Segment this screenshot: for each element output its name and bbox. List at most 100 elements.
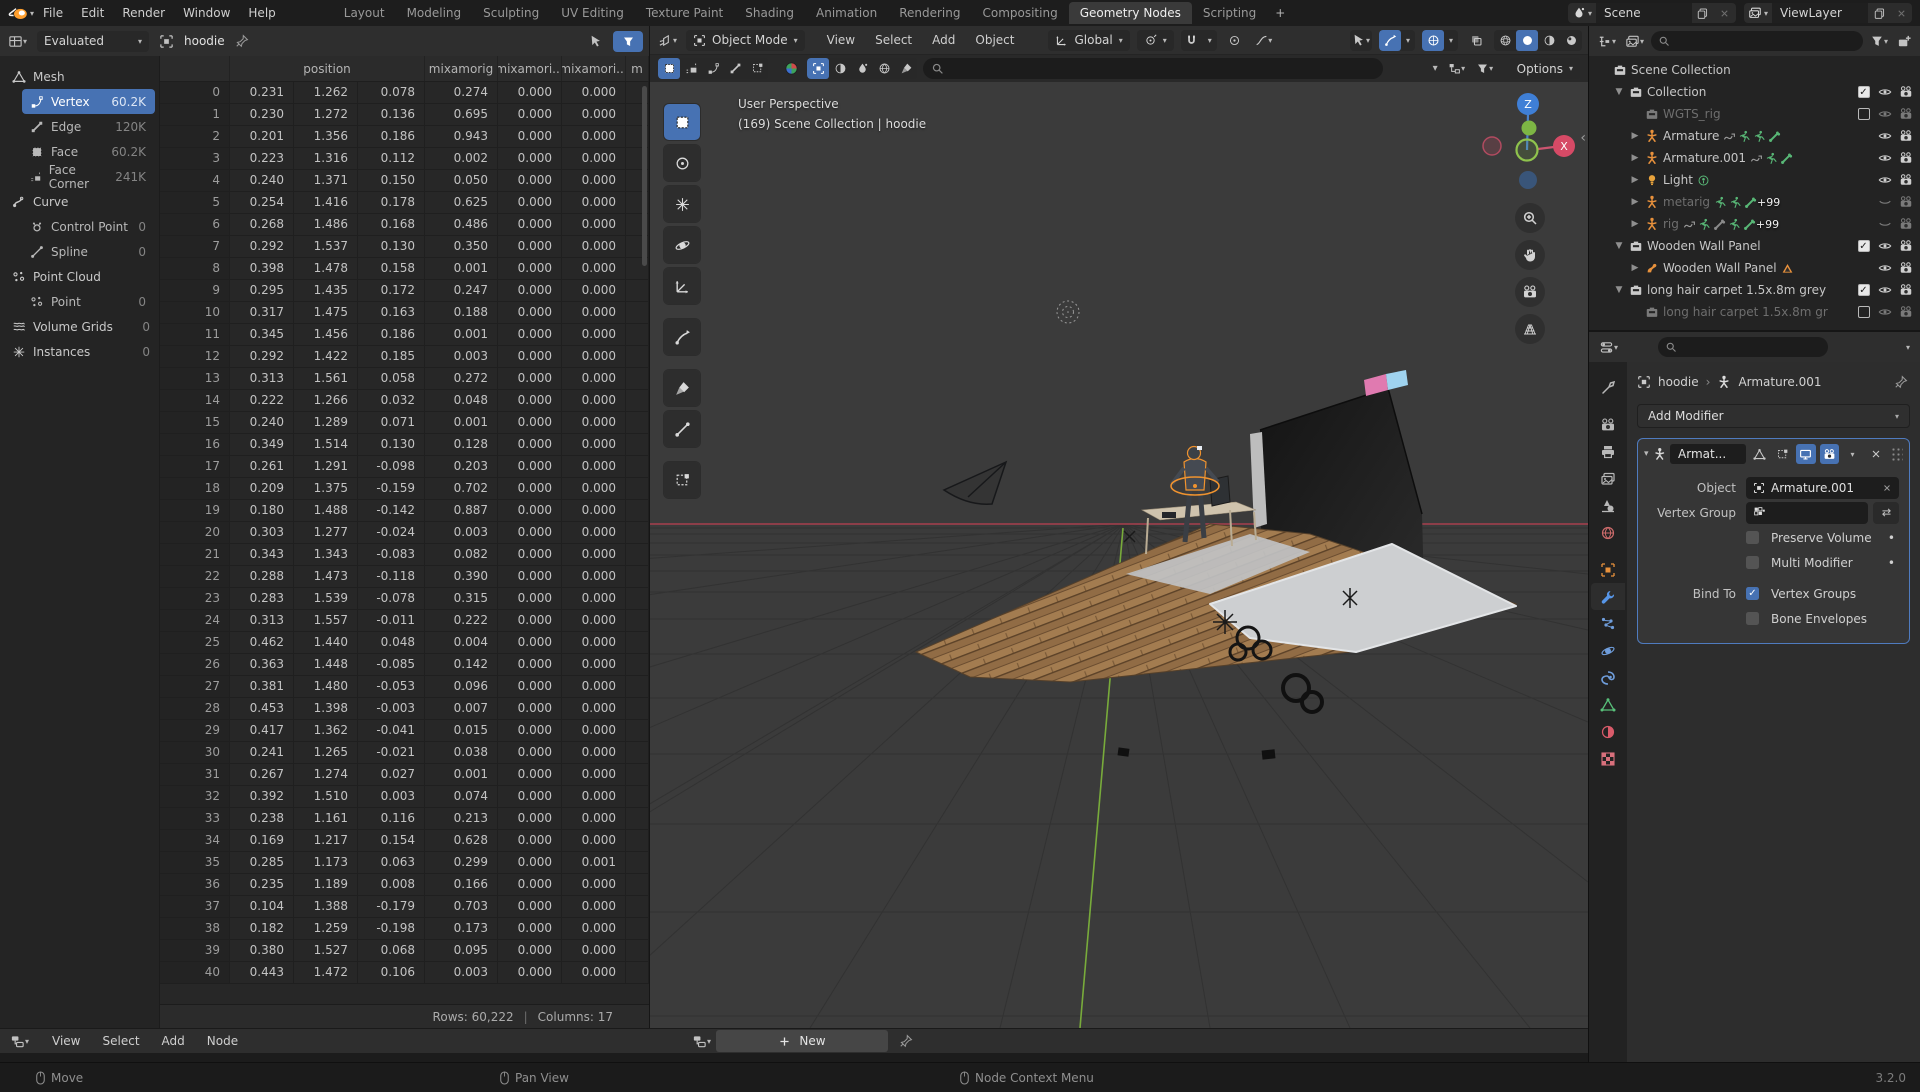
select-mode-box-button[interactable]: [680, 58, 702, 79]
vertex-group-field[interactable]: [1746, 502, 1868, 524]
outliner-item[interactable]: ▶ rig +99: [1589, 213, 1920, 235]
table-row[interactable]: 40.2401.3710.1500.0500.0000.000: [160, 170, 649, 192]
scene-browse-button[interactable]: ▾: [1568, 3, 1596, 23]
table-row[interactable]: 50.2541.4160.1780.6250.0000.000: [160, 192, 649, 214]
filter-dropdown[interactable]: ▾: [1474, 58, 1496, 79]
table-row[interactable]: 400.4431.4720.1060.0030.0000.000: [160, 962, 649, 984]
gizmos-toggle[interactable]: [1379, 30, 1401, 51]
node-group-browse-button[interactable]: ▾: [690, 1032, 713, 1051]
filter-material-button[interactable]: [829, 58, 851, 79]
exclude-checkbox[interactable]: ✓: [1858, 284, 1870, 296]
overlays-dropdown[interactable]: ▾: [1444, 30, 1458, 51]
render-visibility-icon[interactable]: [1897, 216, 1914, 232]
domain-curve[interactable]: Curve: [0, 189, 159, 214]
viewport-menu-object[interactable]: Object: [966, 30, 1023, 50]
table-row[interactable]: 250.4621.4400.0480.0040.0000.000: [160, 632, 649, 654]
workspace-tab-animation[interactable]: Animation: [805, 2, 888, 24]
selection-filter-arrow-icon[interactable]: [587, 32, 605, 50]
add-workspace-button[interactable]: +: [1267, 2, 1293, 24]
camera-view-button[interactable]: [1515, 277, 1545, 307]
filter-object-button[interactable]: [807, 58, 829, 79]
eye-icon[interactable]: [1876, 282, 1893, 298]
table-row[interactable]: 180.2091.375-0.1590.7020.0000.000: [160, 478, 649, 500]
eye-icon[interactable]: [1876, 238, 1893, 254]
domain-face[interactable]: Face 60.2K: [22, 139, 155, 164]
render-visibility-icon[interactable]: [1897, 260, 1914, 276]
modifier-extras-dropdown[interactable]: ▾: [1843, 444, 1862, 464]
select-mode-extra-button[interactable]: [746, 58, 768, 79]
properties-tab-output[interactable]: [1591, 438, 1625, 465]
pin-icon[interactable]: [1892, 373, 1910, 391]
workspace-tab-scripting[interactable]: Scripting: [1192, 2, 1267, 24]
table-row[interactable]: 380.1821.259-0.1980.1730.0000.000: [160, 918, 649, 940]
properties-options-chevron[interactable]: ▾: [1904, 341, 1912, 354]
properties-tab-modifiers[interactable]: [1591, 583, 1625, 610]
table-row[interactable]: 280.4531.398-0.0030.0070.0000.000: [160, 698, 649, 720]
eye-closed-icon[interactable]: [1876, 216, 1893, 232]
modifier-object-field[interactable]: Armature.001: [1746, 477, 1899, 499]
column-header-mixamori-2[interactable]: mixamori...: [562, 56, 626, 81]
select-mode-circle-button[interactable]: [702, 58, 724, 79]
bone-envelopes-checkbox[interactable]: ✓: [1746, 612, 1759, 625]
workspace-tab-compositing[interactable]: Compositing: [971, 2, 1068, 24]
table-row[interactable]: 70.2921.5370.1300.3500.0000.000: [160, 236, 649, 258]
display-mode-dropdown[interactable]: ▾: [1623, 32, 1646, 51]
table-row[interactable]: 190.1801.488-0.1420.8870.0000.000: [160, 500, 649, 522]
options-dropdown[interactable]: Options▾: [1510, 58, 1580, 79]
table-row[interactable]: 110.3451.4560.1860.0010.0000.000: [160, 324, 649, 346]
column-header-position[interactable]: position: [230, 56, 425, 81]
eye-icon[interactable]: [1876, 150, 1893, 166]
render-visibility-icon[interactable]: [1897, 150, 1914, 166]
menu-window[interactable]: Window: [174, 3, 239, 23]
workspace-tab-sculpting[interactable]: Sculpting: [472, 2, 550, 24]
sidebar-toggle-chevron[interactable]: ‹: [1580, 130, 1586, 146]
tool-measure-button[interactable]: [664, 411, 700, 447]
table-row[interactable]: 140.2221.2660.0320.0480.0000.000: [160, 390, 649, 412]
properties-tab-object[interactable]: [1591, 556, 1625, 583]
shading-rendered-button[interactable]: [1560, 30, 1582, 51]
preserve-volume-checkbox[interactable]: ✓: [1746, 531, 1759, 544]
properties-tab-object-data[interactable]: [1591, 691, 1625, 718]
properties-tab-particles[interactable]: [1591, 610, 1625, 637]
table-row[interactable]: 330.2381.1610.1160.2130.0000.000: [160, 808, 649, 830]
eye-closed-icon[interactable]: [1876, 194, 1893, 210]
domain-face-corner[interactable]: Face Corner 241K: [22, 164, 155, 189]
workspace-tab-geometry-nodes[interactable]: Geometry Nodes: [1069, 2, 1192, 24]
viewlayer-browse-button[interactable]: ▾: [1744, 3, 1772, 23]
node-menu-add[interactable]: Add: [153, 1031, 194, 1051]
eye-icon[interactable]: [1876, 128, 1893, 144]
table-row[interactable]: 290.4171.362-0.0410.0150.0000.000: [160, 720, 649, 742]
table-row[interactable]: 200.3031.277-0.0240.0030.0000.000: [160, 522, 649, 544]
viewport-menu-add[interactable]: Add: [923, 30, 964, 50]
viewport-menu-select[interactable]: Select: [866, 30, 921, 50]
pivot-point-dropdown[interactable]: ▾: [1137, 30, 1174, 51]
eye-icon[interactable]: [1876, 304, 1893, 320]
expand-right-icon[interactable]: ▶: [1629, 175, 1641, 185]
expand-chevron-icon[interactable]: ▾: [1644, 449, 1649, 459]
expand-right-icon[interactable]: ▶: [1629, 263, 1641, 273]
dataset-evaluated-dropdown[interactable]: Evaluated▾: [37, 31, 149, 52]
modifier-name-field[interactable]: Armat...: [1670, 444, 1746, 464]
table-row[interactable]: 350.2851.1730.0630.2990.0000.001: [160, 852, 649, 874]
render-visibility-icon[interactable]: [1897, 128, 1914, 144]
outliner-item[interactable]: ▶ Armature.001: [1589, 147, 1920, 169]
show-viewport-toggle[interactable]: [1796, 444, 1815, 464]
eye-icon[interactable]: [1876, 172, 1893, 188]
viewlayer-copy-button[interactable]: [1868, 3, 1890, 23]
drag-handle[interactable]: [1891, 447, 1903, 461]
tool-transform-button[interactable]: [664, 319, 700, 355]
editor-type-button[interactable]: ▾: [6, 32, 29, 51]
show-on-cage-toggle[interactable]: [1773, 444, 1792, 464]
tool-add-cube-button[interactable]: [664, 462, 700, 498]
domain-vertex[interactable]: Vertex 60.2K: [22, 89, 155, 114]
table-row[interactable]: 260.3631.448-0.0850.1420.0000.000: [160, 654, 649, 676]
pin-icon[interactable]: [897, 1032, 915, 1050]
table-row[interactable]: 230.2831.539-0.0780.3150.0000.000: [160, 588, 649, 610]
node-menu-select[interactable]: Select: [94, 1031, 149, 1051]
outliner-item[interactable]: ▶ Armature: [1589, 125, 1920, 147]
domain-point[interactable]: Point 0: [22, 289, 155, 314]
expand-down-icon[interactable]: ▼: [1613, 241, 1625, 251]
shading-wireframe-button[interactable]: [1494, 30, 1516, 51]
scene-copy-button[interactable]: [1692, 3, 1714, 23]
expand-right-icon[interactable]: ▶: [1629, 219, 1641, 229]
